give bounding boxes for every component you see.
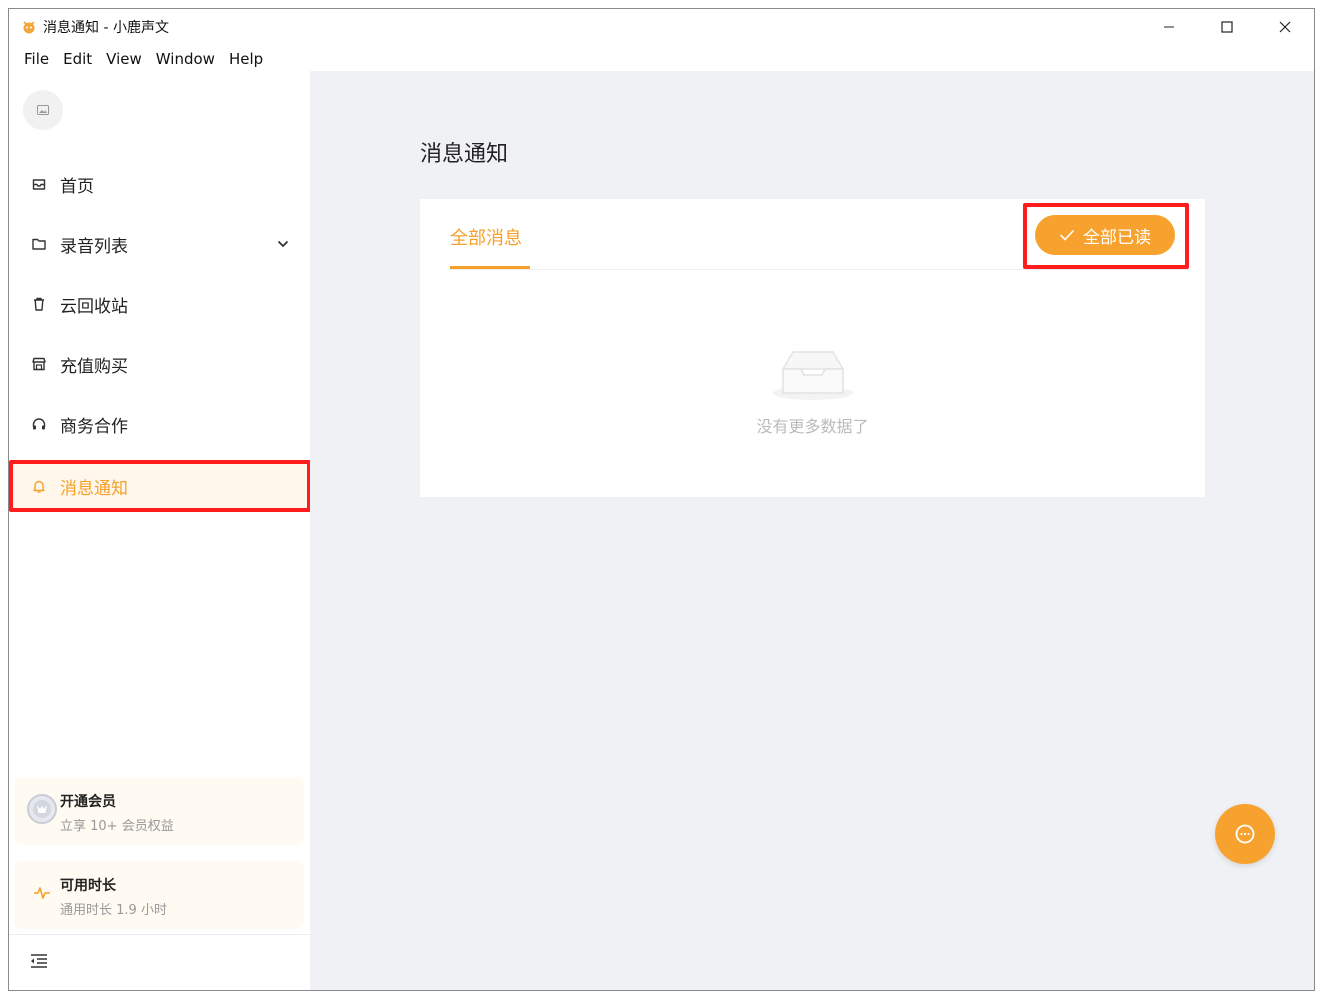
image-placeholder-icon [37, 105, 49, 115]
tabs-divider [450, 269, 1190, 270]
inbox-icon [31, 176, 47, 192]
menu-view[interactable]: View [99, 50, 149, 68]
sidebar-item-business[interactable]: 商务合作 [9, 399, 310, 449]
app-window: 消息通知 - 小鹿声文 File Edit View Window Help 首… [8, 8, 1315, 991]
time-card[interactable]: 可用时长 通用时长 1.9 小时 [14, 861, 304, 929]
close-icon [1279, 21, 1291, 33]
avatar[interactable] [23, 90, 63, 130]
menu-help[interactable]: Help [222, 50, 270, 68]
sidebar-divider [9, 934, 310, 935]
highlight-box-mark-all-read [1023, 203, 1189, 269]
sidebar-item-recycle-bin[interactable]: 云回收站 [9, 279, 310, 329]
window-title: 消息通知 - 小鹿声文 [43, 20, 169, 36]
vip-badge-icon [26, 793, 58, 825]
headset-icon [31, 416, 47, 432]
title-bar: 消息通知 - 小鹿声文 [9, 9, 1314, 45]
sidebar-item-label: 录音列表 [60, 236, 128, 257]
sidebar-item-label: 充值购买 [60, 356, 128, 377]
collapse-sidebar-button[interactable] [27, 950, 51, 972]
menu-bar: File Edit View Window Help [9, 45, 1314, 73]
time-card-title: 可用时长 [60, 878, 116, 894]
tab-all-messages[interactable]: 全部消息 [450, 224, 522, 250]
shop-icon [31, 356, 47, 372]
minimize-button[interactable] [1140, 9, 1198, 45]
app-logo-icon [21, 19, 37, 35]
sidebar-item-recharge[interactable]: 充值购买 [9, 339, 310, 389]
vip-card-subtitle: 立享 10+ 会员权益 [60, 819, 174, 834]
main-content: 消息通知 全部消息 全部已读 没有更多数据了 [310, 71, 1314, 990]
empty-inbox-icon [773, 351, 853, 400]
menu-file[interactable]: File [17, 50, 56, 68]
maximize-icon [1221, 21, 1233, 33]
highlight-box-notifications [9, 460, 311, 512]
time-card-subtitle: 通用时长 1.9 小时 [60, 903, 167, 918]
menu-fold-icon [31, 954, 47, 968]
trash-icon [31, 296, 47, 312]
sidebar-item-label: 商务合作 [60, 416, 128, 437]
sidebar-item-home[interactable]: 首页 [9, 159, 310, 209]
page-title: 消息通知 [420, 142, 509, 167]
empty-state-text: 没有更多数据了 [756, 417, 869, 436]
minimize-icon [1164, 26, 1174, 28]
sidebar: 首页 录音列表 云回收站 充值购买 商务合作 消息通知 开通会员 立享 10+ … [9, 71, 311, 990]
pulse-icon [26, 877, 58, 909]
vip-card[interactable]: 开通会员 立享 10+ 会员权益 [14, 777, 304, 845]
vip-card-title: 开通会员 [60, 794, 116, 810]
messages-panel: 全部消息 全部已读 没有更多数据了 [420, 199, 1205, 497]
sidebar-item-label: 云回收站 [60, 296, 128, 317]
menu-window[interactable]: Window [149, 50, 222, 68]
close-button[interactable] [1256, 9, 1314, 45]
chat-support-button[interactable] [1215, 804, 1275, 864]
sidebar-item-recordings[interactable]: 录音列表 [9, 219, 310, 269]
folder-icon [31, 236, 47, 252]
sidebar-item-label: 首页 [60, 176, 94, 197]
maximize-button[interactable] [1198, 9, 1256, 45]
menu-edit[interactable]: Edit [56, 50, 99, 68]
chat-bubble-icon [1235, 824, 1255, 844]
tab-active-indicator [450, 266, 530, 269]
chevron-down-icon[interactable] [276, 236, 290, 255]
